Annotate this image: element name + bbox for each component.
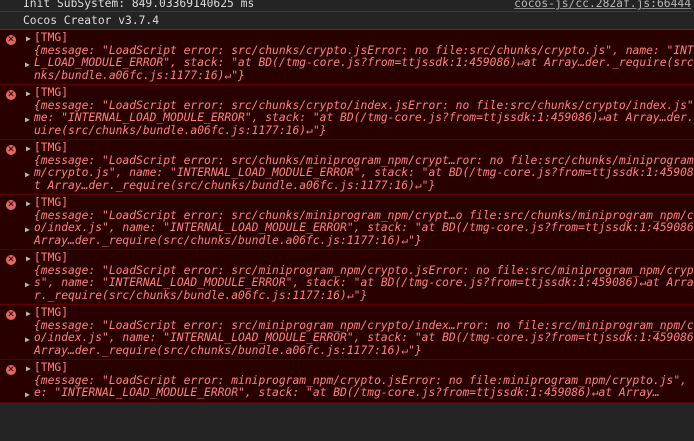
expand-triangle-icon[interactable]: ▶ — [26, 33, 34, 45]
error-tag: [TMG] — [34, 32, 69, 44]
expand-triangle-icon[interactable]: ▶ — [25, 333, 30, 347]
error-circle-icon: ✕ — [6, 310, 16, 320]
error-message-line: r._require(src/chunks/bundle.a06fc.js:11… — [34, 289, 368, 302]
error-tag: [TMG] — [34, 252, 69, 264]
error-circle-icon: ✕ — [6, 365, 16, 375]
error-message-line: uire(src/chunks/bundle.a06fc.js:1177:16)… — [34, 124, 327, 137]
error-message-line: t Array…der._require(src/chunks/bundle.a… — [34, 179, 436, 192]
expand-triangle-icon[interactable]: ▶ — [25, 223, 30, 237]
info-message: Init SubSystem: 849.03369140625 ms — [23, 0, 255, 10]
error-message-line: m/crypto.js", name: "INTERNAL_LOAD_MODUL… — [34, 167, 694, 179]
error-entry[interactable]: ✕ ▶ [TMG] {message: "LoadScript error: src/… — [0, 85, 694, 140]
error-message-line: {message: "LoadScript error: src/minipro… — [34, 319, 694, 332]
console-info-row: Cocos Creator v3.7.4 — [0, 12, 694, 30]
source-link[interactable]: cocos-js/cc.282af.js:66444 — [514, 0, 691, 11]
error-circle-icon: ✕ — [6, 145, 16, 155]
error-circle-icon: ✕ — [6, 90, 16, 100]
expand-triangle-icon[interactable]: ▶ — [25, 278, 30, 292]
error-list: ✕ ▶ [TMG] {message: "LoadScript error: src/… — [0, 30, 694, 403]
error-header[interactable]: ▶ [TMG] — [0, 307, 694, 320]
error-entry[interactable]: ✕ ▶ [TMG] {message: "LoadScript error: src/… — [0, 30, 694, 85]
error-header[interactable]: ▶ [TMG] — [0, 197, 694, 210]
expand-triangle-icon[interactable]: ▶ — [25, 113, 30, 127]
error-tag: [TMG] — [34, 87, 69, 99]
error-header[interactable]: ▶ [TMG] — [0, 362, 694, 375]
error-message-line: L_LOAD_MODULE_ERROR", stack: "at BD(/tmg… — [34, 57, 694, 69]
expand-triangle-icon[interactable]: ▶ — [25, 58, 30, 72]
expand-triangle-icon[interactable]: ▶ — [26, 308, 34, 320]
error-tag: [TMG] — [34, 142, 69, 154]
expand-triangle-icon[interactable]: ▶ — [26, 198, 34, 210]
error-message-line: {message: "LoadScript error: src/minipro… — [34, 264, 694, 277]
error-tag: [TMG] — [34, 307, 69, 319]
error-message-line: o/index.js", name: "INTERNAL_LOAD_MODULE… — [34, 332, 694, 344]
error-tag: [TMG] — [34, 197, 69, 209]
expand-triangle-icon[interactable]: ▶ — [26, 363, 34, 375]
error-message-line: e: "INTERNAL_LOAD_MODULE_ERROR", stack: … — [34, 387, 660, 399]
error-entry[interactable]: ✕ ▶ [TMG] {message: "LoadScript error: src/… — [0, 140, 694, 195]
error-message-line: s", name: "INTERNAL_LOAD_MODULE_ERROR", … — [34, 277, 694, 289]
error-message-line: {message: "LoadScript error: src/chunks/… — [34, 99, 694, 112]
expand-triangle-icon[interactable]: ▶ — [26, 253, 34, 265]
error-circle-icon: ✕ — [6, 35, 16, 45]
error-message-line: Array…der._require(src/chunks/bundle.a06… — [34, 234, 422, 247]
error-message-line: {message: "LoadScript error: src/chunks/… — [34, 154, 694, 167]
error-entry[interactable]: ✕ ▶ [TMG] {message: "LoadScript error: mini… — [0, 360, 694, 403]
error-circle-icon: ✕ — [6, 200, 16, 210]
error-header[interactable]: ▶ [TMG] — [0, 142, 694, 155]
error-message-line: me: "INTERNAL_LOAD_MODULE_ERROR", stack:… — [34, 112, 694, 124]
error-message-line: {message: "LoadScript error: src/chunks/… — [34, 209, 694, 222]
error-message-line: o/index.js", name: "INTERNAL_LOAD_MODULE… — [34, 222, 694, 234]
error-tag: [TMG] — [34, 362, 69, 374]
error-message-line: {message: "LoadScript error: miniprogram… — [34, 374, 694, 387]
console-panel: Init SubSystem: 849.03369140625 ms cocos… — [0, 0, 694, 441]
error-header[interactable]: ▶ [TMG] — [0, 87, 694, 100]
error-header[interactable]: ▶ [TMG] — [0, 32, 694, 45]
expand-triangle-icon[interactable]: ▶ — [25, 388, 30, 402]
error-entry[interactable]: ✕ ▶ [TMG] {message: "LoadScript error: src/… — [0, 195, 694, 250]
console-info-row: Init SubSystem: 849.03369140625 ms cocos… — [0, 0, 694, 12]
expand-triangle-icon[interactable]: ▶ — [26, 88, 34, 100]
expand-triangle-icon[interactable]: ▶ — [26, 143, 34, 155]
error-message-line: nks/bundle.a06fc.js:1177:16)↵"} — [34, 69, 245, 82]
error-entry[interactable]: ✕ ▶ [TMG] {message: "LoadScript error: src/… — [0, 250, 694, 305]
error-circle-icon: ✕ — [6, 255, 16, 265]
error-header[interactable]: ▶ [TMG] — [0, 252, 694, 265]
error-message-line: Array…der._require(src/chunks/bundle.a06… — [34, 344, 422, 357]
info-message: Cocos Creator v3.7.4 — [23, 13, 160, 27]
error-message-line: {message: "LoadScript error: src/chunks/… — [34, 44, 694, 57]
expand-triangle-icon[interactable]: ▶ — [25, 168, 30, 182]
error-entry[interactable]: ✕ ▶ [TMG] {message: "LoadScript error: src/… — [0, 305, 694, 360]
